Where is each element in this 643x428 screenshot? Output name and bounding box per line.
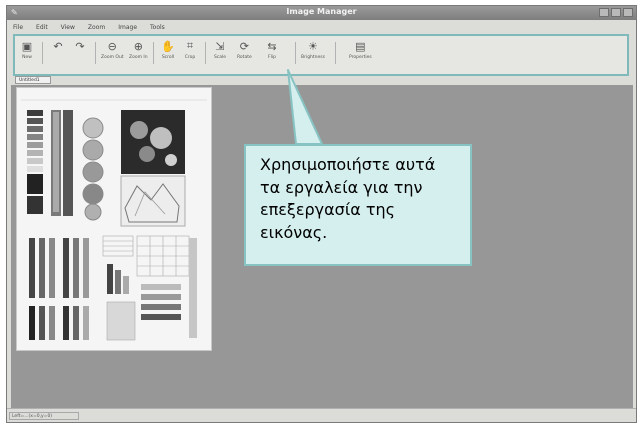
flower-photo xyxy=(121,110,185,174)
toolbar-separator xyxy=(42,42,43,64)
zoom-out-label: Zoom Out xyxy=(101,55,124,60)
new-button[interactable]: ▣ New xyxy=(20,39,34,61)
menu-bar: File Edit View Zoom Image Tools xyxy=(7,21,636,33)
scale-label: Scale xyxy=(213,55,227,60)
map-image xyxy=(120,175,186,227)
flip-label: Flip xyxy=(268,55,276,60)
zoom-in-icon: ⊕ xyxy=(133,39,143,53)
crop-button[interactable]: ⌗ Crop xyxy=(183,39,197,60)
brightness-icon: ☀ xyxy=(308,39,318,53)
menu-image[interactable]: Image xyxy=(118,24,137,31)
document-preview xyxy=(16,87,212,351)
status-cell: Left=...(x=0,y=0) xyxy=(9,412,79,420)
brightness-button[interactable]: ☀ Brightness xyxy=(301,39,325,61)
zoom-in-button[interactable]: ⊕ Zoom In xyxy=(129,39,148,61)
menu-zoom[interactable]: Zoom xyxy=(88,24,105,31)
title-bar: ✎ Image Manager xyxy=(7,6,636,20)
rotate-label: Rotate xyxy=(237,55,252,60)
properties-icon: ▤ xyxy=(355,39,366,53)
brightness-label: Brightness xyxy=(301,55,325,60)
scale-icon: ⇲ xyxy=(215,39,225,53)
menu-tools[interactable]: Tools xyxy=(150,24,165,31)
toolbar-separator xyxy=(95,42,96,64)
zoom-out-icon: ⊖ xyxy=(107,39,117,53)
status-bar: Left=...(x=0,y=0) xyxy=(7,408,636,422)
callout-line-4: εικόνας. xyxy=(260,222,328,242)
callout-line-2: τα εργαλεία για την xyxy=(260,177,423,197)
redo-button[interactable]: ↷ xyxy=(73,39,87,53)
maximize-button[interactable] xyxy=(611,8,621,17)
scroll-button[interactable]: ✋ Scroll xyxy=(161,39,175,61)
zoom-out-button[interactable]: ⊖ Zoom Out xyxy=(101,39,124,61)
toolbar: ▣ New ↶ ↷ ⊖ Zoom Out ⊕ Zoom In ✋ Scroll … xyxy=(13,34,629,76)
scale-button[interactable]: ⇲ Scale xyxy=(213,39,227,61)
redo-icon: ↷ xyxy=(75,39,85,53)
rotate-button[interactable]: ⟳ Rotate xyxy=(237,39,252,61)
crop-icon: ⌗ xyxy=(186,39,194,52)
toolbar-separator xyxy=(295,42,296,64)
toolbar-separator xyxy=(153,42,154,64)
properties-button[interactable]: ▤ Properties xyxy=(349,39,372,61)
window-title: Image Manager xyxy=(286,7,357,16)
menu-edit[interactable]: Edit xyxy=(36,24,48,31)
menu-view[interactable]: View xyxy=(61,24,75,31)
test-chart-image xyxy=(17,88,211,350)
zoom-in-label: Zoom In xyxy=(129,55,148,60)
new-label: New xyxy=(22,55,32,60)
undo-icon: ↶ xyxy=(53,39,63,53)
flip-button[interactable]: ⇆ Flip xyxy=(265,39,279,61)
toolbar-separator xyxy=(335,42,336,64)
flip-icon: ⇆ xyxy=(267,39,277,53)
crop-label: Crop xyxy=(184,55,196,60)
menu-file[interactable]: File xyxy=(13,24,23,31)
tab-untitled1[interactable]: Untitled1 xyxy=(15,76,51,84)
rotate-icon: ⟳ xyxy=(239,39,249,53)
callout-line-1: Χρησιμοποιήστε αυτά xyxy=(260,155,436,174)
callout-box: Χρησιμοποιήστε αυτά τα εργαλεία για την … xyxy=(244,144,472,266)
toolbar-separator xyxy=(205,42,206,64)
minimize-button[interactable] xyxy=(599,8,609,17)
close-button[interactable] xyxy=(623,8,633,17)
hand-icon: ✋ xyxy=(161,39,175,53)
properties-label: Properties xyxy=(349,55,372,60)
undo-button[interactable]: ↶ xyxy=(51,39,65,53)
save-disk-icon: ▣ xyxy=(21,39,33,53)
scroll-label: Scroll xyxy=(161,55,175,60)
callout-line-3: επεξεργασία της xyxy=(260,200,396,219)
